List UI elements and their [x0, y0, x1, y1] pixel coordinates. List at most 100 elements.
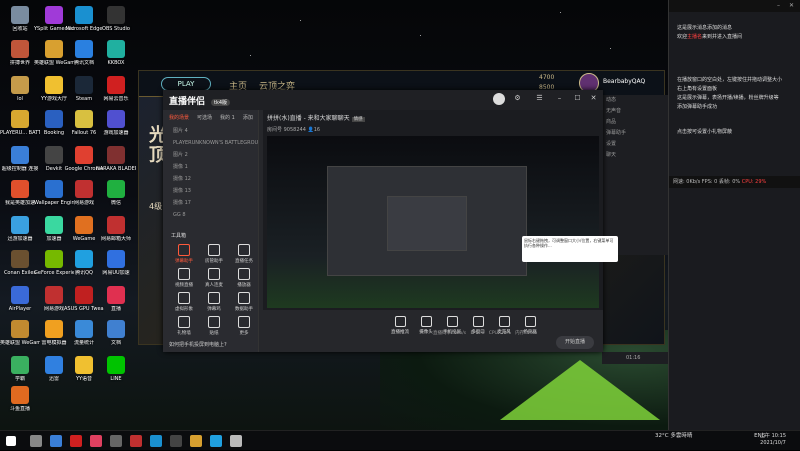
scene-tab[interactable]: 添加: [243, 114, 253, 121]
taskbar-app-icon[interactable]: [50, 435, 62, 447]
app-icon: [45, 216, 63, 234]
tool-button[interactable]: 直播任务: [231, 244, 257, 264]
tool-button[interactable]: 弹幕助手: [171, 244, 197, 264]
source-item[interactable]: GG 8: [163, 209, 258, 221]
tool-label: 数据助手: [235, 307, 253, 312]
minimize-icon[interactable]: –: [777, 2, 780, 9]
help-link[interactable]: 如何把手机投屏到电脑上?: [163, 337, 259, 352]
tool-button[interactable]: 礼物墙: [171, 316, 197, 336]
chat-message: 这是展示消息添加的消息: [677, 25, 733, 31]
source-list: 图片 4PLAYERUNKNOWN'S BATTLEGROUNDS图片 2摄像 …: [163, 125, 258, 221]
taskbar-app-icon[interactable]: [130, 435, 142, 447]
go-live-button[interactable]: 开始直播: [556, 336, 594, 349]
side-panel-item[interactable]: 商品: [602, 117, 668, 128]
desktop-icon[interactable]: 游戏加速器: [96, 110, 136, 136]
tooltip: 鼠标右键拖拽，可调整窗口大小/位置，右键菜单可执行各种操作...: [522, 236, 618, 262]
version-badge[interactable]: tk4版: [211, 99, 231, 106]
app-icon: [75, 250, 93, 268]
taskbar-app-icon[interactable]: [230, 435, 242, 447]
side-panel-item[interactable]: 聊天: [602, 150, 668, 161]
app-icon: [11, 180, 29, 198]
side-panel-item[interactable]: 无声音: [602, 106, 668, 117]
source-item[interactable]: 摄像 12: [163, 173, 258, 185]
taskbar-app-icon[interactable]: [210, 435, 222, 447]
avatar[interactable]: [493, 93, 505, 105]
scene-tab[interactable]: 我的 1: [220, 114, 235, 121]
tool-button[interactable]: 数据助手: [231, 292, 257, 312]
desktop-icon[interactable]: 网易云音乐: [96, 76, 136, 102]
minimize-icon[interactable]: –: [555, 94, 564, 103]
tool-button[interactable]: 贴纸: [201, 316, 227, 336]
tool-button[interactable]: 视频直播: [171, 268, 197, 288]
app-icon: [75, 320, 93, 338]
clock[interactable]: 上午 10:15 2021/10/7: [760, 433, 786, 447]
weather[interactable]: 32°C 多雲時晴: [655, 433, 692, 439]
tool-button[interactable]: 房管助手: [201, 244, 227, 264]
tool-icon: [208, 268, 220, 280]
scene-tab[interactable]: 可选场: [197, 114, 212, 121]
desktop-icon[interactable]: 文档: [96, 320, 136, 346]
menu-icon[interactable]: ☰: [535, 94, 544, 103]
taskbar-app-icon[interactable]: [30, 435, 42, 447]
desktop-icon[interactable]: 直播: [96, 286, 136, 312]
app-icon: [107, 40, 125, 58]
desktop-icon[interactable]: OBS Studio: [96, 6, 136, 32]
source-item[interactable]: PLAYERUNKNOWN'S BATTLEGROUNDS: [163, 137, 258, 149]
side-panel-item[interactable]: 动态: [602, 95, 668, 106]
taskbar-app-icon[interactable]: [90, 435, 102, 447]
taskbar-app-icon[interactable]: [70, 435, 82, 447]
desktop-icon[interactable]: 网易邮箱大师: [96, 216, 136, 242]
scene-tab[interactable]: 我的场景: [169, 114, 189, 121]
desktop-icon-label: KKBOX: [107, 60, 125, 66]
tool-icon: [178, 292, 190, 304]
desktop-icon[interactable]: 网易UU加速: [96, 250, 136, 276]
taskbar-app-icon[interactable]: [110, 435, 122, 447]
tool-icon: [208, 244, 220, 256]
app-icon: [11, 40, 29, 58]
taskbar-app-icon[interactable]: [150, 435, 162, 447]
source-item[interactable]: 摄像 13: [163, 185, 258, 197]
app-icon: [107, 180, 125, 198]
source-item[interactable]: 摄像 17: [163, 197, 258, 209]
taskbar-app-icon[interactable]: [190, 435, 202, 447]
source-item[interactable]: 图片 2: [163, 149, 258, 161]
desktop-icon[interactable]: 斗鱼直播: [0, 386, 40, 412]
chat-messages: 这是展示消息添加的消息 欢迎主播名来到并进入直播间 在播放窗口的空白处，左键按住并拖…: [669, 24, 800, 137]
maximize-icon[interactable]: ☐: [573, 94, 582, 103]
chat-message: 点击按可设置小礼物屏蔽: [677, 129, 733, 135]
side-panel-item[interactable]: 弹幕助手: [602, 128, 668, 139]
tool-icon: [208, 292, 220, 304]
side-panel-item[interactable]: 设置: [602, 139, 668, 150]
mini-player-bar[interactable]: 01:16: [602, 352, 668, 364]
desktop-icon-label: 斗鱼直播: [9, 406, 30, 412]
stream-preview[interactable]: 拼拼(水)直播 - 来和大家聊聊天 情感 房间号 9058244 👤16: [263, 110, 603, 310]
app-icon: [107, 146, 125, 164]
control-button[interactable]: 直播推流: [388, 316, 412, 335]
tool-button[interactable]: 更多: [231, 316, 257, 336]
desktop-icon[interactable]: KKBOX: [96, 40, 136, 66]
source-item[interactable]: 摄像 1: [163, 161, 258, 173]
nested-preview-window: [387, 196, 467, 251]
tool-button[interactable]: 真人连麦: [201, 268, 227, 288]
source-item[interactable]: 图片 4: [163, 125, 258, 137]
app-icon: [107, 110, 125, 128]
close-icon[interactable]: ✕: [589, 94, 598, 103]
desktop-icon[interactable]: LINE: [96, 356, 136, 382]
preview-screen: [267, 136, 599, 308]
tool-button[interactable]: 虚拟形象: [171, 292, 197, 312]
tool-label: 礼物墙: [177, 331, 191, 336]
desktop-icon[interactable]: 微信: [96, 180, 136, 206]
settings-icon[interactable]: ⚙: [513, 94, 522, 103]
category-tag[interactable]: 情感: [351, 117, 365, 122]
play-button[interactable]: PLAY: [161, 77, 211, 91]
taskbar-app-icon[interactable]: [170, 435, 182, 447]
tool-button[interactable]: 弹幕鸡: [201, 292, 227, 312]
windows-start-icon[interactable]: [6, 436, 16, 446]
desktop-icon[interactable]: NARAKA BLADEPOI...: [96, 146, 136, 172]
stream-side-panel: 动态 无声音 商品 弹幕助手 设置 聊天: [602, 95, 668, 255]
close-icon[interactable]: ✕: [789, 2, 794, 9]
streaming-app-window[interactable]: 直播伴侣 tk4版 ⚙ ☰ – ☐ ✕ 我的场景 可选场 我的 1 添加 图片 4 PLA…: [163, 90, 603, 352]
tool-label: 真人连麦: [205, 283, 223, 288]
tool-button[interactable]: 播放器: [231, 268, 257, 288]
app-icon: [107, 286, 125, 304]
